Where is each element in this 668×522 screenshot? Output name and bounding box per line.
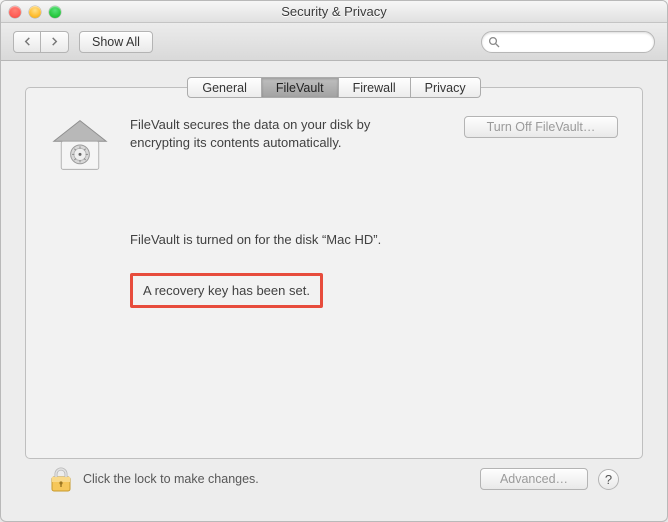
bottom-bar: Click the lock to make changes. Advanced… xyxy=(25,459,643,507)
tab-firewall[interactable]: Firewall xyxy=(339,77,411,98)
tab-general[interactable]: General xyxy=(187,77,261,98)
search-field-wrapper xyxy=(481,31,655,53)
filevault-panel: General FileVault Firewall Privacy xyxy=(25,87,643,459)
back-button[interactable] xyxy=(13,31,41,53)
recovery-key-highlight: A recovery key has been set. xyxy=(130,273,323,308)
advanced-button[interactable]: Advanced… xyxy=(480,468,588,490)
tab-bar: General FileVault Firewall Privacy xyxy=(26,77,642,98)
search-icon xyxy=(488,36,500,48)
status-block: FileVault is turned on for the disk “Mac… xyxy=(130,232,618,308)
content-area: General FileVault Firewall Privacy xyxy=(1,61,667,521)
filevault-house-icon xyxy=(50,116,110,174)
window-close-button[interactable] xyxy=(9,6,21,18)
tab-filevault[interactable]: FileVault xyxy=(262,77,339,98)
search-input[interactable] xyxy=(481,31,655,53)
toolbar: Show All xyxy=(1,23,667,61)
filevault-description: FileVault secures the data on your disk … xyxy=(130,116,400,151)
turn-off-filevault-button[interactable]: Turn Off FileVault… xyxy=(464,116,618,138)
window-title: Security & Privacy xyxy=(1,4,667,19)
recovery-key-text: A recovery key has been set. xyxy=(143,283,310,298)
show-all-button[interactable]: Show All xyxy=(79,31,153,53)
title-bar: Security & Privacy xyxy=(1,1,667,23)
tab-privacy[interactable]: Privacy xyxy=(411,77,481,98)
security-privacy-window: Security & Privacy Show All General xyxy=(0,0,668,522)
window-minimize-button[interactable] xyxy=(29,6,41,18)
lock-icon[interactable] xyxy=(49,465,73,493)
help-button[interactable]: ? xyxy=(598,469,619,490)
traffic-lights xyxy=(9,6,61,18)
filevault-status-text: FileVault is turned on for the disk “Mac… xyxy=(130,232,618,247)
lock-hint-text: Click the lock to make changes. xyxy=(83,472,259,486)
window-zoom-button[interactable] xyxy=(49,6,61,18)
forward-button[interactable] xyxy=(41,31,69,53)
nav-segment xyxy=(13,31,69,53)
